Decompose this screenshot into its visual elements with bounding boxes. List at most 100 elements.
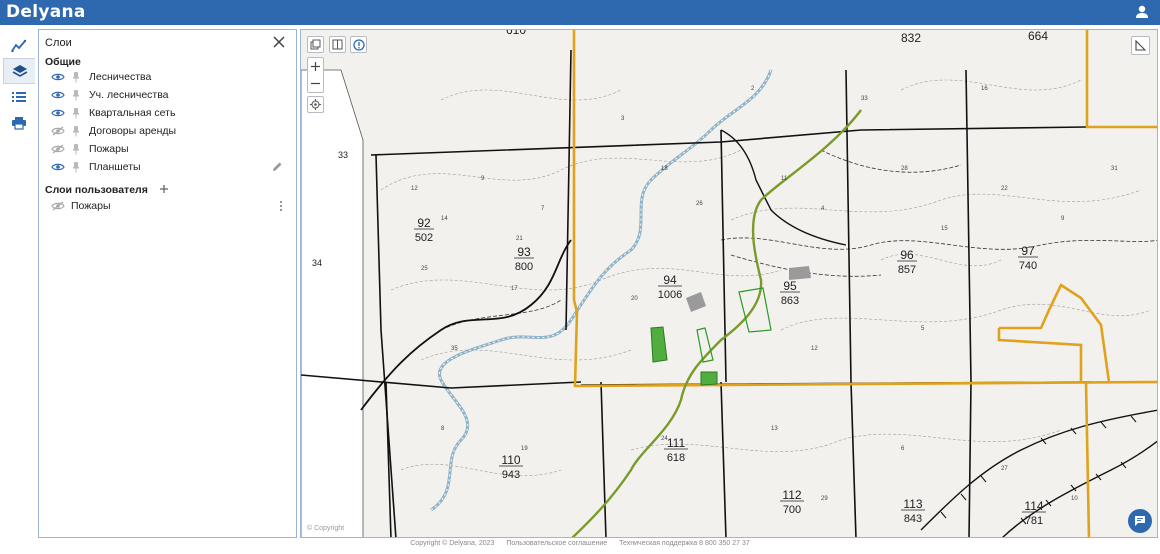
list-button[interactable] [3, 84, 35, 110]
section-user-title: Слои пользователя [45, 184, 169, 196]
quarter-number: 34 [312, 258, 322, 268]
plot-highlight[interactable] [700, 371, 718, 386]
svg-text:14: 14 [441, 216, 448, 222]
quarter-area: 781 [1025, 515, 1043, 527]
measure-button[interactable] [1131, 36, 1150, 55]
plot-gray[interactable] [789, 266, 811, 280]
eye-icon[interactable] [51, 162, 65, 172]
layer-row-fires[interactable]: Пожары [51, 141, 291, 157]
app-logo: Delyana [6, 2, 86, 22]
layer-label: Пожары [89, 143, 129, 155]
section-user-label: Слои пользователя [45, 184, 148, 196]
ruler-angle-icon [1135, 40, 1146, 51]
layers-button[interactable] [3, 58, 35, 84]
eye-icon[interactable] [51, 72, 65, 82]
layer-label: Лесничества [89, 71, 152, 83]
quarter-number: 97 [1021, 244, 1035, 258]
svg-text:12: 12 [411, 186, 418, 192]
svg-text:20: 20 [631, 296, 638, 302]
user-layer-row-fires[interactable]: Пожары [51, 198, 291, 214]
svg-text:11: 11 [781, 176, 788, 182]
unmapped-area [301, 69, 364, 537]
svg-text:15: 15 [941, 226, 948, 232]
svg-text:21: 21 [516, 236, 523, 242]
analytics-button[interactable] [3, 33, 35, 59]
quarter-number: 94 [663, 273, 677, 287]
quarter-number: 610 [506, 30, 526, 37]
more-vertical-icon[interactable] [279, 200, 283, 212]
quarter-number: 664 [1028, 30, 1048, 43]
svg-text:12: 12 [811, 346, 818, 352]
svg-text:18: 18 [661, 166, 668, 172]
layer-row-district-forestries[interactable]: Уч. лесничества [51, 87, 291, 103]
quarter-number: 33 [338, 150, 348, 160]
svg-text:33: 33 [861, 96, 868, 102]
eye-off-icon[interactable] [51, 126, 65, 136]
chat-button[interactable] [1128, 509, 1152, 533]
copy-layers-icon [310, 39, 321, 50]
alert-circle-icon [352, 38, 365, 51]
footer-support: Техническая поддержка 8 800 350 27 37 [619, 540, 750, 547]
footer-agreement-link[interactable]: Пользовательское соглашение [506, 540, 607, 547]
split-view-button[interactable] [329, 36, 346, 53]
quarter-area: 1006 [658, 289, 682, 301]
map-canvas[interactable]: 1214921 731826 1142815 2293135 1720125 8… [301, 30, 1158, 538]
layer-row-leases[interactable]: Договоры аренды [51, 123, 291, 139]
plus-icon[interactable] [159, 184, 169, 194]
quarter-number: 110 [501, 453, 520, 467]
layers-icon [12, 65, 27, 77]
footer-copyright: Copyright © Delyana, 2023 [410, 540, 495, 547]
chart-line-icon [11, 39, 27, 53]
close-icon[interactable] [272, 35, 286, 49]
layer-row-quarter-grid[interactable]: Квартальная сеть [51, 105, 291, 121]
section-common-title: Общие [45, 56, 81, 68]
layer-label: Уч. лесничества [89, 89, 169, 101]
svg-text:35: 35 [451, 346, 458, 352]
eye-icon[interactable] [51, 90, 65, 100]
zoom-in-icon[interactable] [310, 61, 321, 72]
layer-label: Пожары [71, 200, 111, 212]
quarter-area: 863 [781, 295, 799, 307]
eye-icon[interactable] [51, 108, 65, 118]
pin-icon [73, 162, 79, 173]
eye-off-icon[interactable] [51, 201, 65, 211]
svg-text:16: 16 [981, 86, 988, 92]
zoom-control [307, 57, 324, 93]
split-view-icon [332, 39, 343, 50]
svg-text:13: 13 [771, 426, 778, 432]
pin-icon [73, 72, 79, 83]
quarter-area: 843 [904, 513, 922, 525]
svg-text:28: 28 [901, 166, 908, 172]
layer-row-forestries[interactable]: Лесничества [51, 69, 291, 85]
zoom-out-icon[interactable] [310, 78, 321, 89]
quarter-number: 92 [417, 216, 431, 230]
quarter-area: 502 [415, 232, 433, 244]
pin-icon [73, 90, 79, 101]
svg-text:25: 25 [421, 266, 428, 272]
svg-text:31: 31 [1111, 166, 1118, 172]
quarter-area: 700 [783, 504, 801, 516]
quarter-number: 93 [517, 245, 531, 259]
quarter-area: 618 [667, 452, 685, 464]
crosshair-icon [310, 99, 321, 110]
svg-text:19: 19 [521, 446, 528, 452]
locate-button[interactable] [307, 96, 324, 113]
layer-label: Договоры аренды [89, 125, 177, 137]
pin-icon [73, 108, 79, 119]
user-icon[interactable] [1134, 4, 1150, 20]
print-button[interactable] [3, 110, 35, 136]
quarter-number: 113 [903, 497, 922, 511]
quarter-number: 95 [783, 279, 797, 293]
map-attribution: © Copyright [307, 524, 344, 532]
eye-off-icon[interactable] [51, 144, 65, 154]
map-view[interactable]: 12 14 9 21 7 3 18 26 11 4 28 15 22 9 31 35 17 20 12 5 8… [300, 29, 1158, 538]
quarter-number: 832 [901, 31, 921, 45]
pencil-icon[interactable] [272, 161, 283, 172]
quarter-number: 112 [782, 488, 801, 502]
left-rail [0, 25, 38, 554]
footer: Copyright © Delyana, 2023 Пользовательск… [0, 540, 1160, 554]
layer-row-tablets[interactable]: Планшеты [51, 159, 291, 175]
layers-panel: Слои Общие Лесничества Уч. лесничества К… [38, 29, 297, 538]
info-button[interactable] [350, 36, 367, 53]
basemap-switch-button[interactable] [307, 36, 324, 53]
